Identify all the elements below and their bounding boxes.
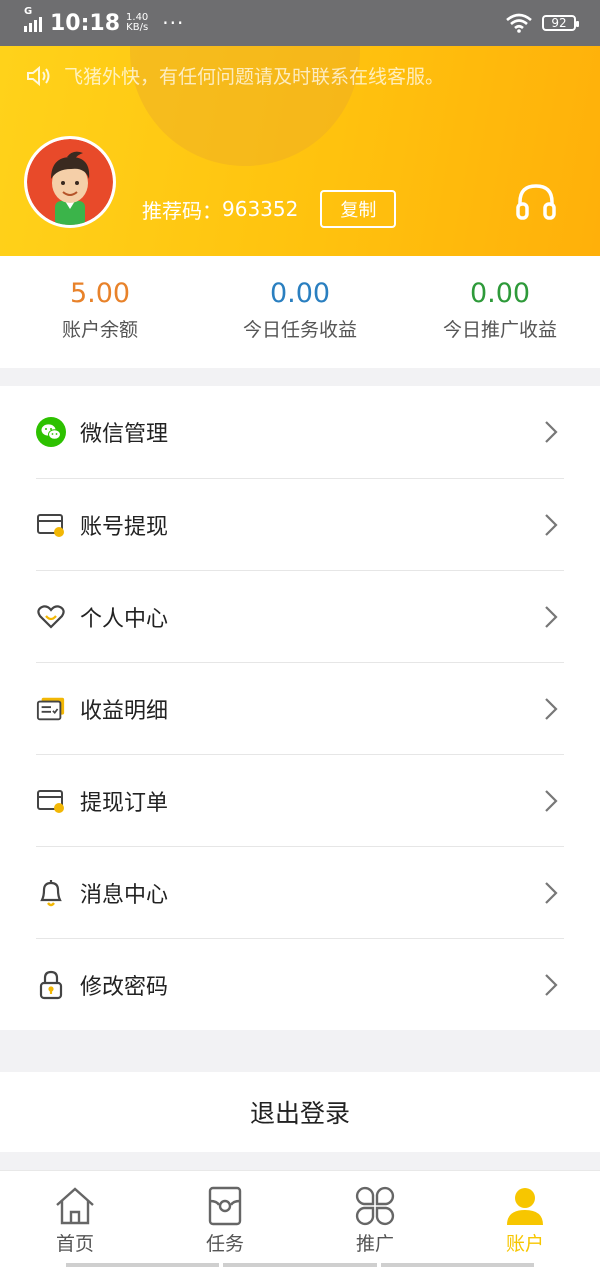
- tab-label: 任务: [205, 1233, 244, 1255]
- menu-item-withdraw-account[interactable]: 账号提现: [36, 478, 564, 570]
- chevron-right-icon: [545, 881, 558, 904]
- logout-button[interactable]: 退出登录: [0, 1072, 600, 1152]
- wechat-icon: [36, 417, 66, 447]
- task-icon: [208, 1186, 242, 1226]
- notice-text: 飞猪外快，有任何问题请及时联系在线客服。: [64, 66, 445, 88]
- menu-item-personal-center[interactable]: 个人中心: [36, 570, 564, 662]
- user-icon: [507, 1188, 543, 1225]
- tab-account[interactable]: 账户: [450, 1171, 600, 1267]
- menu-item-income-detail[interactable]: 收益明细: [36, 662, 564, 754]
- heart-icon: [36, 602, 66, 632]
- customer-service-button[interactable]: [514, 180, 558, 228]
- chevron-right-icon: [545, 789, 558, 812]
- menu-item-wechat[interactable]: 微信管理: [36, 386, 564, 478]
- stat-value: 5.00: [69, 278, 131, 309]
- referral-code: 963352: [222, 197, 299, 221]
- menu-label: 个人中心: [80, 606, 169, 632]
- network-speed: 1.40 KB/s: [126, 13, 148, 33]
- chevron-right-icon: [545, 973, 558, 996]
- stats-panel: 5.00 账户余额 0.00 今日任务收益 0.00 今日推广收益: [0, 256, 600, 368]
- clover-icon: [355, 1186, 395, 1226]
- stat-value: 0.00: [269, 278, 331, 309]
- menu-item-withdraw-orders[interactable]: 提现订单: [36, 754, 564, 846]
- card-coin-icon: [36, 510, 66, 540]
- chevron-right-icon: [545, 697, 558, 720]
- stat-label: 今日任务收益: [242, 319, 357, 341]
- battery-icon: 92: [542, 15, 579, 31]
- stat-label: 今日推广收益: [442, 319, 557, 341]
- menu-item-change-password[interactable]: 修改密码: [36, 938, 564, 1030]
- avatar-image: [27, 139, 113, 225]
- speaker-icon: [27, 65, 50, 86]
- bottom-tab-bar: 首页 任务 推广 账户: [0, 1170, 600, 1267]
- home-icon: [56, 1187, 94, 1225]
- menu-label: 消息中心: [80, 882, 169, 908]
- menu-label: 微信管理: [80, 422, 169, 447]
- ledger-icon: [36, 694, 66, 724]
- more-dots: ···: [162, 11, 185, 35]
- tab-label: 推广: [355, 1233, 394, 1255]
- speed-unit: KB/s: [126, 22, 149, 33]
- card-coin-icon: [36, 786, 66, 816]
- chevron-right-icon: [545, 513, 558, 536]
- account-header: 飞猪外快，有任何问题请及时联系在线客服。 推荐码： 963352 复制: [0, 46, 600, 256]
- tab-promote[interactable]: 推广: [300, 1171, 450, 1267]
- lock-icon: [36, 970, 66, 1000]
- tab-home[interactable]: 首页: [0, 1171, 150, 1267]
- network-type: G: [24, 6, 33, 17]
- headset-icon: [516, 184, 556, 220]
- menu-label: 账号提现: [80, 514, 169, 540]
- menu-label: 收益明细: [80, 698, 169, 724]
- battery-level: 92: [551, 16, 567, 30]
- tab-label: 首页: [55, 1233, 94, 1255]
- stat-balance[interactable]: 5.00 账户余额: [0, 256, 200, 368]
- avatar[interactable]: [24, 136, 116, 228]
- referral-label: 推荐码：: [142, 198, 222, 223]
- menu-label: 提现订单: [80, 790, 169, 816]
- clock: 10:18: [50, 10, 121, 36]
- menu-item-messages[interactable]: 消息中心: [36, 846, 564, 938]
- stat-value: 0.00: [469, 278, 531, 309]
- bell-icon: [36, 878, 66, 908]
- gesture-bar: [0, 1263, 600, 1267]
- chevron-right-icon: [545, 421, 558, 443]
- stat-promo-income[interactable]: 0.00 今日推广收益: [400, 256, 600, 368]
- chevron-right-icon: [545, 605, 558, 628]
- status-bar: G 10:18 1.40 KB/s ··· 92: [0, 0, 600, 46]
- menu-label: 修改密码: [80, 974, 169, 1000]
- referral-code-row: 推荐码： 963352 复制: [142, 190, 397, 228]
- signal-icon: G: [24, 6, 42, 32]
- copy-button[interactable]: 复制: [320, 190, 397, 228]
- tab-label: 账户: [505, 1233, 544, 1255]
- notice-bar: 飞猪外快，有任何问题请及时联系在线客服。: [26, 62, 444, 89]
- stat-label: 账户余额: [61, 319, 138, 341]
- wifi-icon: [506, 13, 532, 33]
- tab-tasks[interactable]: 任务: [150, 1171, 300, 1267]
- account-menu: 微信管理 账号提现 个人中心 收益明细 提现订单 消息中心 修改密码: [0, 386, 600, 1030]
- stat-task-income[interactable]: 0.00 今日任务收益: [200, 256, 400, 368]
